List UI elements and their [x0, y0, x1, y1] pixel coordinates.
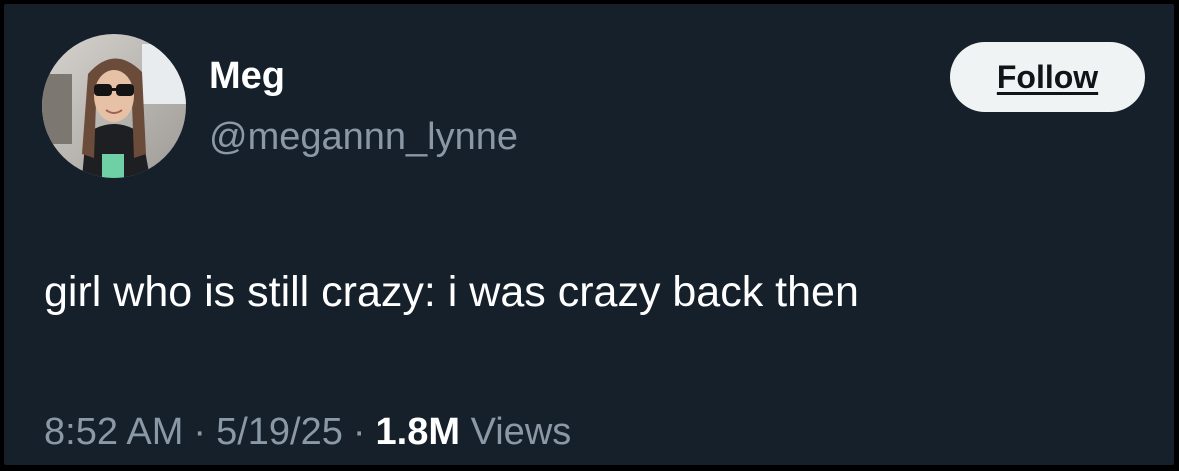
user-handle[interactable]: @megannn_lynne: [209, 114, 518, 160]
tweet-text: girl who is still crazy: i was crazy bac…: [44, 268, 859, 316]
follow-button[interactable]: Follow: [950, 42, 1145, 112]
tweet-time[interactable]: 8:52 AM: [44, 411, 183, 453]
meta-separator: ·: [352, 411, 366, 453]
meta-separator: ·: [193, 411, 207, 453]
tweet-meta: 8:52 AM · 5/19/25 · 1.8M Views: [44, 408, 571, 456]
avatar-photo: [42, 34, 186, 178]
tweet-date[interactable]: 5/19/25: [216, 411, 343, 453]
tweet-card: Meg @megannn_lynne Follow girl who is st…: [4, 4, 1174, 465]
views-label: Views: [470, 411, 572, 453]
avatar[interactable]: [42, 34, 186, 178]
screenshot-frame: Meg @megannn_lynne Follow girl who is st…: [0, 0, 1179, 471]
views-count[interactable]: 1.8M: [376, 411, 460, 453]
display-name[interactable]: Meg: [209, 54, 285, 98]
